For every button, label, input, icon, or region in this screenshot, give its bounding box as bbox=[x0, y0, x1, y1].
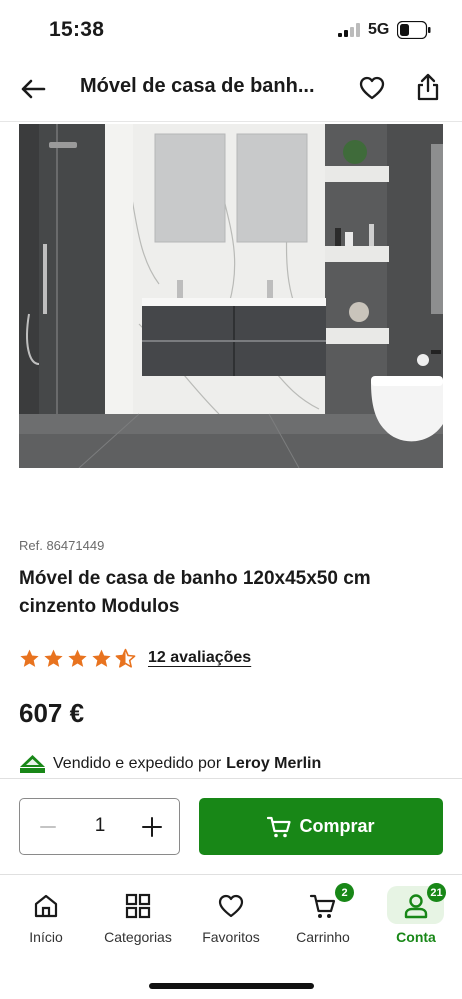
buy-button[interactable]: Comprar bbox=[199, 798, 443, 855]
rating-stars bbox=[19, 648, 136, 669]
heart-icon[interactable] bbox=[358, 74, 386, 102]
product-image[interactable] bbox=[19, 124, 443, 468]
cart-badge: 2 bbox=[335, 883, 354, 902]
home-icon bbox=[34, 894, 58, 918]
tab-label: Início bbox=[29, 929, 63, 945]
status-bar: 15:38 5G bbox=[0, 0, 462, 60]
network-label: 5G bbox=[368, 21, 390, 38]
tab-label: Carrinho bbox=[296, 929, 350, 945]
tab-label: Favoritos bbox=[202, 929, 260, 945]
plus-icon[interactable] bbox=[138, 813, 166, 841]
star-icon bbox=[20, 649, 39, 667]
star-icon bbox=[68, 649, 87, 667]
product-title: Móvel de casa de banho 120x45x50 cm cinz… bbox=[19, 568, 371, 617]
star-half-icon bbox=[115, 648, 136, 668]
product-rating[interactable]: 12 avaliações bbox=[19, 645, 251, 671]
heart-icon bbox=[218, 894, 244, 918]
account-badge: 21 bbox=[427, 883, 446, 902]
cart-icon bbox=[309, 894, 336, 918]
status-time: 15:38 bbox=[49, 18, 105, 41]
share-icon[interactable] bbox=[414, 72, 442, 102]
leroy-merlin-logo bbox=[20, 755, 45, 773]
tab-carrinho[interactable]: 2 Carrinho bbox=[277, 876, 369, 966]
product-ref: Ref. 86471449 bbox=[19, 538, 105, 553]
tab-bar: Início Categorias Favoritos 2 Carrinho 2… bbox=[0, 876, 462, 966]
tab-label: Categorias bbox=[104, 929, 172, 945]
quantity-stepper: 1 bbox=[19, 798, 180, 855]
signal-icon bbox=[338, 23, 360, 37]
seller-name: Leroy Merlin bbox=[226, 755, 322, 772]
star-icon bbox=[44, 649, 63, 667]
buy-panel: 1 Comprar bbox=[0, 778, 462, 875]
battery-icon bbox=[397, 21, 431, 39]
tab-inicio[interactable]: Início bbox=[0, 876, 92, 966]
tab-label: Conta bbox=[396, 929, 436, 945]
home-indicator bbox=[149, 983, 314, 989]
tab-favoritos[interactable]: Favoritos bbox=[185, 876, 277, 966]
seller-info: Vendido e expedido por Leroy Merlin bbox=[19, 754, 321, 774]
star-icon bbox=[92, 649, 111, 667]
user-icon bbox=[404, 894, 428, 919]
quantity-value[interactable]: 1 bbox=[80, 815, 120, 837]
buy-button-label: Comprar bbox=[299, 816, 375, 836]
grid-icon bbox=[125, 893, 151, 919]
reviews-link[interactable]: 12 avaliações bbox=[148, 649, 251, 667]
cart-icon bbox=[267, 816, 292, 837]
tab-conta[interactable]: 21 Conta bbox=[370, 876, 462, 966]
arrow-left-icon[interactable] bbox=[18, 74, 48, 104]
page-title: Móvel de casa de banh... bbox=[80, 75, 315, 97]
product-price: 607 € bbox=[19, 698, 85, 728]
minus-icon[interactable] bbox=[34, 813, 62, 841]
tab-categorias[interactable]: Categorias bbox=[92, 876, 184, 966]
seller-prefix: Vendido e expedido por bbox=[53, 755, 222, 772]
nav-bar: Móvel de casa de banh... bbox=[0, 60, 462, 122]
